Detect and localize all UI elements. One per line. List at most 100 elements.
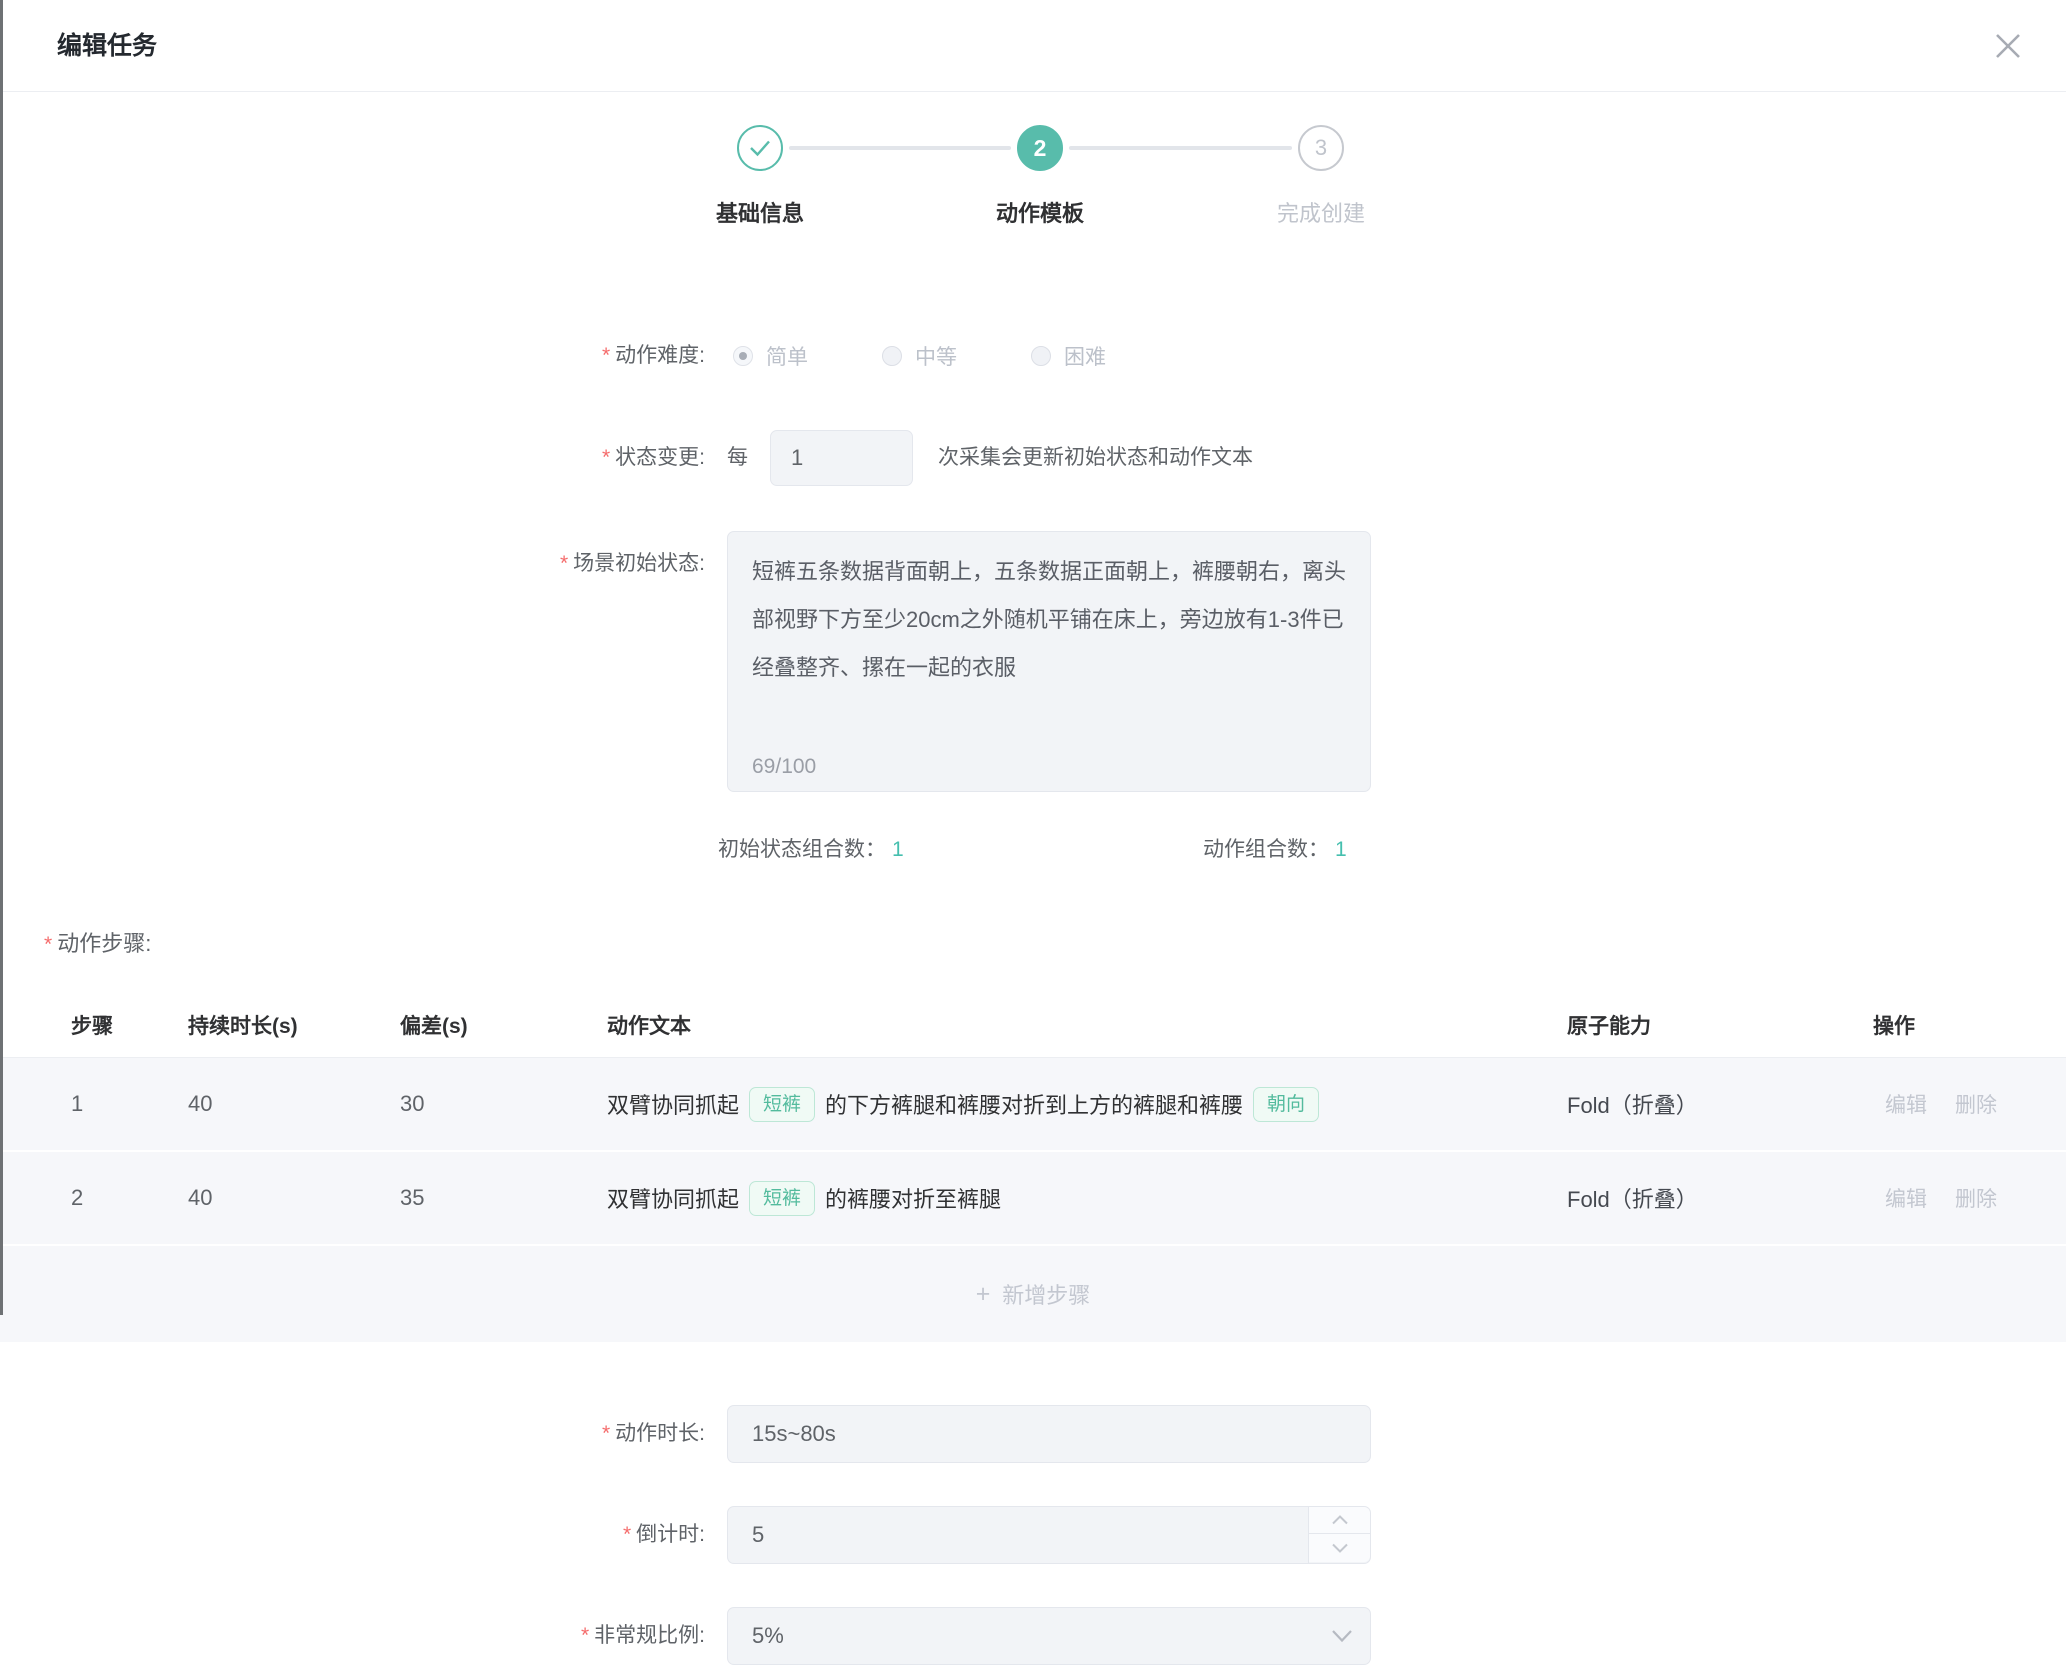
countdown-number-input (727, 1506, 1371, 1564)
state-change-row: *状态变更: 每 次采集会更新初始状态和动作文本 (0, 430, 2066, 486)
col-header-duration: 持续时长(s) (188, 1010, 400, 1040)
table-row: 1 40 30 双臂协同抓起 短裤 的下方裤腿和裤腰对折到上方的裤腿和裤腰 朝向… (0, 1058, 2066, 1152)
radio-option-medium[interactable]: 中等 (882, 341, 957, 371)
action-duration-label: *动作时长: (0, 1405, 705, 1463)
required-asterisk: * (602, 344, 610, 367)
step-2-indicator: 2 (1017, 125, 1063, 171)
action-steps-label: *动作步骤: (44, 920, 151, 969)
state-change-prefix: 每 (727, 430, 748, 486)
scene-state-textarea[interactable]: 短裤五条数据背面朝上，五条数据正面朝上，裤腰朝右，离头部视野下方至少20cm之外… (727, 531, 1371, 792)
cell-duration: 40 (188, 1091, 400, 1117)
object-tag: 短裤 (749, 1181, 815, 1216)
unusual-ratio-select[interactable]: 5% (727, 1607, 1371, 1665)
countdown-label: *倒计时: (0, 1506, 705, 1564)
table-header: 步骤 持续时长(s) 偏差(s) 动作文本 原子能力 操作 (0, 992, 2066, 1058)
increment-button[interactable] (1309, 1507, 1370, 1534)
edit-button[interactable]: 编辑 (1885, 1089, 1927, 1119)
countdown-row: *倒计时: (0, 1506, 2066, 1564)
cell-step: 1 (71, 1091, 188, 1117)
difficulty-label: *动作难度: (0, 328, 705, 384)
cell-action-text: 双臂协同抓起 短裤 的下方裤腿和裤腰对折到上方的裤腿和裤腰 朝向 (607, 1087, 1567, 1122)
cell-deviation: 30 (400, 1091, 607, 1117)
required-asterisk: * (602, 1422, 610, 1445)
step-1-indicator (737, 125, 783, 171)
close-icon (1993, 31, 2023, 61)
dialog-header: 编辑任务 (0, 0, 2066, 92)
radio-option-hard[interactable]: 困难 (1031, 341, 1106, 371)
action-text-segment: 的裤腰对折至裤腿 (825, 1182, 1001, 1214)
initial-combo-value: 1 (892, 838, 904, 861)
radio-label-hard: 困难 (1064, 341, 1106, 371)
page-title: 编辑任务 (57, 0, 157, 92)
radio-label-medium: 中等 (915, 341, 957, 371)
radio-option-easy[interactable]: 简单 (733, 341, 808, 371)
page-left-edge (0, 0, 3, 1315)
radio-label-easy: 简单 (766, 341, 808, 371)
table-row: 2 40 35 双臂协同抓起 短裤 的裤腰对折至裤腿 Fold（折叠） 编辑 删… (0, 1152, 2066, 1246)
orientation-tag: 朝向 (1253, 1087, 1319, 1122)
cell-deviation: 35 (400, 1185, 607, 1211)
countdown-input[interactable] (727, 1506, 1371, 1564)
chevron-up-icon (1332, 1515, 1348, 1525)
difficulty-radio-group: 简单 中等 困难 (733, 328, 1106, 384)
unusual-ratio-value: 5% (727, 1607, 1371, 1665)
required-asterisk: * (623, 1523, 631, 1546)
cell-step: 2 (71, 1185, 188, 1211)
step-2-label: 动作模板 (930, 196, 1150, 228)
edit-button[interactable]: 编辑 (1885, 1183, 1927, 1213)
close-button[interactable] (1984, 22, 2032, 70)
cell-capability: Fold（折叠） (1567, 1088, 1873, 1120)
cell-action-text: 双臂协同抓起 短裤 的裤腰对折至裤腿 (607, 1181, 1567, 1216)
radio-icon-hard (1031, 346, 1051, 366)
unusual-ratio-row: *非常规比例: 5% (0, 1607, 2066, 1665)
step-1-label: 基础信息 (650, 196, 870, 228)
state-change-label: *状态变更: (0, 430, 705, 486)
chevron-down-icon (1332, 1543, 1348, 1553)
action-steps-section: *动作步骤: (0, 920, 2066, 968)
radio-icon-medium (882, 346, 902, 366)
delete-button[interactable]: 删除 (1955, 1183, 1997, 1213)
required-asterisk: * (44, 933, 52, 956)
col-header-deviation: 偏差(s) (400, 1010, 607, 1040)
add-step-label: 新增步骤 (1002, 1278, 1090, 1310)
step-3-indicator: 3 (1298, 125, 1344, 171)
chevron-down-icon (1331, 1629, 1353, 1643)
scene-state-row: *场景初始状态: 短裤五条数据背面朝上，五条数据正面朝上，裤腰朝右，离头部视野下… (0, 531, 2066, 792)
required-asterisk: * (602, 446, 610, 469)
cell-operations: 编辑 删除 (1873, 1089, 2066, 1119)
number-spinner (1308, 1507, 1370, 1563)
radio-icon-easy (733, 346, 753, 366)
add-step-button[interactable]: + 新增步骤 (0, 1246, 2066, 1342)
action-text-segment: 的下方裤腿和裤腰对折到上方的裤腿和裤腰 (825, 1088, 1243, 1120)
col-header-capability: 原子能力 (1567, 1010, 1873, 1040)
action-text-segment: 双臂协同抓起 (607, 1182, 739, 1214)
scene-state-label: *场景初始状态: (0, 547, 705, 577)
step-connector-2 (1069, 146, 1292, 150)
object-tag: 短裤 (749, 1087, 815, 1122)
step-3-number: 3 (1315, 135, 1327, 161)
combo-counts-row: 初始状态组合数：1 动作组合数：1 (0, 826, 2066, 874)
state-change-suffix: 次采集会更新初始状态和动作文本 (938, 430, 1253, 486)
check-icon (749, 139, 771, 157)
action-duration-input[interactable] (727, 1405, 1371, 1463)
action-text-segment: 双臂协同抓起 (607, 1088, 739, 1120)
plus-icon: + (976, 1280, 991, 1309)
scene-state-text: 短裤五条数据背面朝上，五条数据正面朝上，裤腰朝右，离头部视野下方至少20cm之外… (752, 548, 1348, 692)
cell-capability: Fold（折叠） (1567, 1182, 1873, 1214)
cell-duration: 40 (188, 1185, 400, 1211)
required-asterisk: * (560, 552, 568, 575)
step-3-label: 完成创建 (1211, 196, 1431, 228)
action-duration-row: *动作时长: (0, 1405, 2066, 1463)
action-combo-value: 1 (1335, 838, 1347, 861)
cell-operations: 编辑 删除 (1873, 1183, 2066, 1213)
initial-combo-count: 初始状态组合数：1 (718, 826, 904, 874)
col-header-step: 步骤 (71, 1010, 188, 1040)
steps-table: 步骤 持续时长(s) 偏差(s) 动作文本 原子能力 操作 1 40 30 双臂… (0, 992, 2066, 1342)
step-connector-1 (789, 146, 1011, 150)
unusual-ratio-label: *非常规比例: (0, 1607, 705, 1665)
required-asterisk: * (581, 1624, 589, 1647)
state-change-input[interactable] (770, 430, 913, 486)
char-counter: 69/100 (752, 755, 816, 779)
delete-button[interactable]: 删除 (1955, 1089, 1997, 1119)
decrement-button[interactable] (1309, 1534, 1370, 1562)
